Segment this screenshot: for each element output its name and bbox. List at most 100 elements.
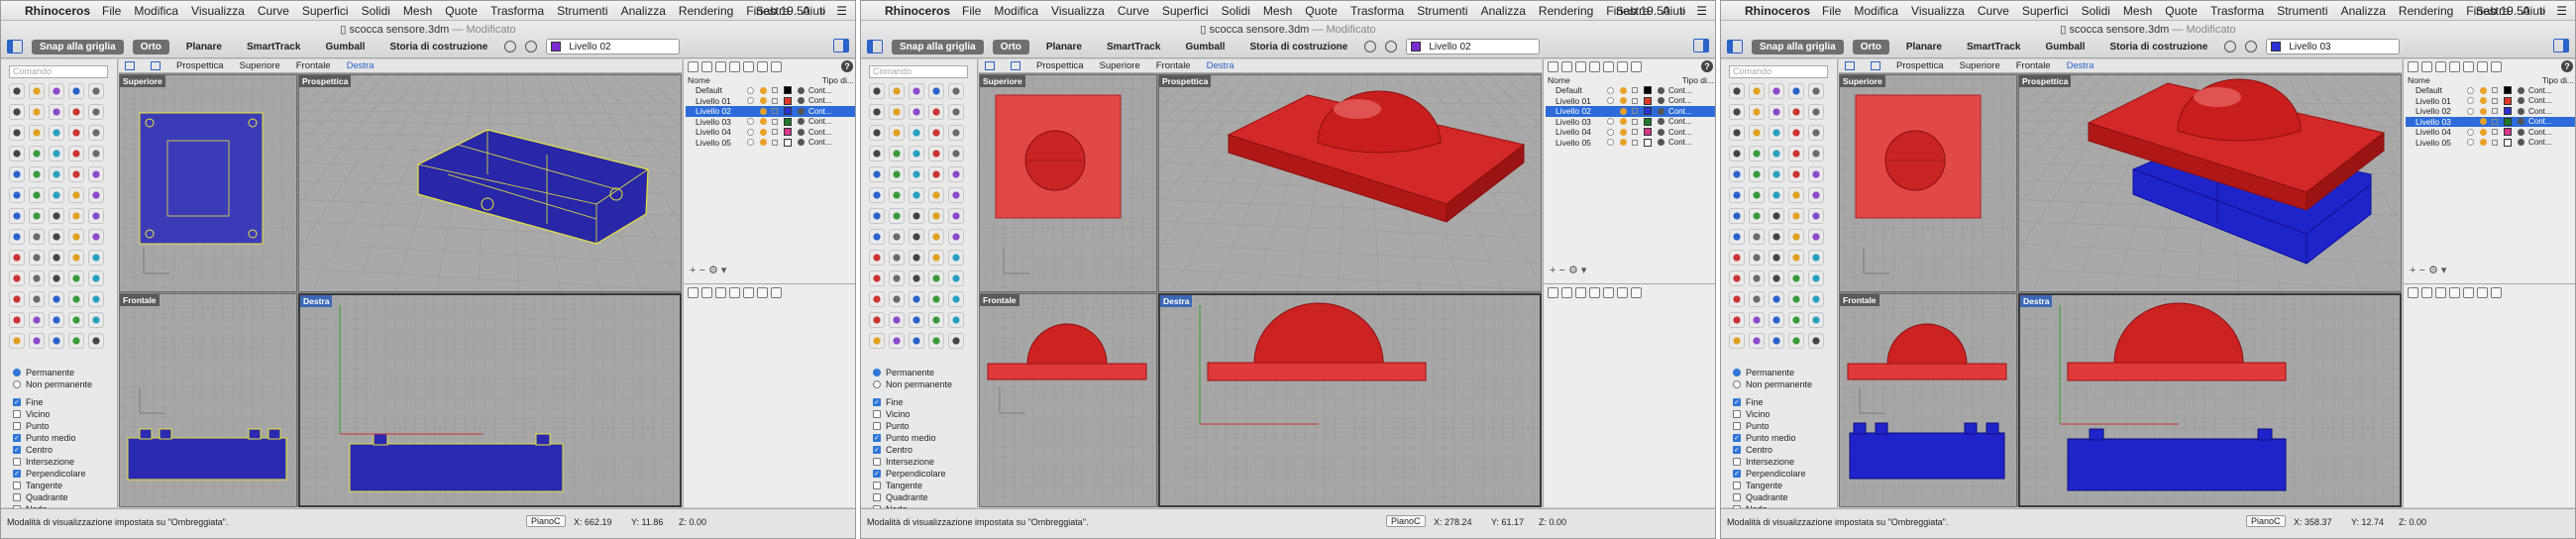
tool-icon[interactable] — [1769, 270, 1784, 286]
target-circle-icon[interactable] — [2245, 41, 2258, 53]
tool-icon[interactable] — [1729, 104, 1745, 120]
layer-row[interactable]: Livello 01 Cont... — [2406, 96, 2575, 107]
tab-destra[interactable]: Destra — [1207, 60, 1234, 71]
viewport-frontale[interactable]: Frontale — [119, 293, 297, 507]
menu-file[interactable]: File — [102, 4, 121, 18]
left-sidebar-toggle-icon[interactable] — [867, 40, 883, 54]
tool-icon[interactable] — [49, 333, 64, 349]
lock-icon[interactable] — [2492, 129, 2498, 136]
layer-color-swatch[interactable] — [784, 86, 792, 95]
grid-layout-icon[interactable] — [985, 61, 995, 70]
tool-icon[interactable] — [49, 312, 64, 328]
layer-row[interactable]: Default Cont... — [1546, 85, 1715, 96]
material-icon[interactable] — [798, 128, 805, 136]
menu-visualizza[interactable]: Visualizza — [1051, 4, 1105, 18]
cplane-dropdown[interactable]: PianoC — [526, 515, 566, 527]
osnap-circle-icon[interactable] — [1364, 41, 1377, 53]
menu-curve[interactable]: Curve — [1978, 4, 2009, 18]
osnap-checkbox[interactable] — [13, 469, 21, 481]
tool-icon[interactable] — [9, 104, 25, 120]
layer-color-swatch[interactable] — [1644, 96, 1652, 105]
tool-icon[interactable] — [1729, 312, 1745, 328]
material-icon[interactable] — [798, 107, 805, 115]
col-name[interactable]: Nome — [1548, 75, 1570, 85]
orto-button[interactable]: Orto — [992, 39, 1029, 54]
tool-icon[interactable] — [1729, 187, 1745, 203]
layer-color-swatch[interactable] — [2504, 96, 2512, 105]
tool-icon[interactable] — [1729, 125, 1745, 141]
tool-icon[interactable] — [1788, 229, 1804, 245]
current-layer-radio[interactable] — [747, 139, 754, 147]
layer-color-swatch[interactable] — [1644, 138, 1652, 147]
command-input[interactable]: Comando — [869, 65, 968, 78]
tool-icon[interactable] — [889, 187, 905, 203]
tool-icon[interactable] — [29, 270, 45, 286]
layer-footer[interactable]: + − ⚙ ▾ — [2410, 264, 2446, 276]
layer-row[interactable]: Livello 03 Cont... — [2406, 116, 2575, 127]
osnap-checkbox[interactable] — [13, 458, 21, 466]
layer-row[interactable]: Livello 01 Cont... — [1546, 96, 1715, 107]
named-views-icon[interactable] — [2491, 287, 2502, 298]
layer-row[interactable]: Livello 02 Cont... — [1546, 106, 1715, 117]
tool-icon[interactable] — [909, 125, 924, 141]
left-sidebar-toggle-icon[interactable] — [1727, 40, 1743, 54]
tool-icon[interactable] — [889, 83, 905, 99]
tool-icon[interactable] — [1769, 83, 1784, 99]
lightbulb-icon[interactable] — [760, 139, 767, 147]
tool-icon[interactable] — [1729, 166, 1745, 182]
properties-tab-icon[interactable] — [701, 287, 712, 298]
tool-icon[interactable] — [869, 83, 885, 99]
gumball-button[interactable]: Gumball — [317, 40, 373, 54]
tool-icon[interactable] — [889, 291, 905, 307]
tool-icon[interactable] — [1749, 208, 1765, 224]
layer-row[interactable]: Livello 03 Cont... — [1546, 117, 1715, 128]
tool-icon[interactable] — [909, 166, 924, 182]
layer-color-swatch[interactable] — [2504, 128, 2512, 137]
tool-icon[interactable] — [1788, 208, 1804, 224]
single-view-icon[interactable] — [1871, 61, 1880, 70]
menu-modifica[interactable]: Modifica — [134, 4, 178, 18]
tool-icon[interactable] — [948, 104, 964, 120]
lock-icon[interactable] — [1632, 87, 1638, 94]
tool-icon[interactable] — [68, 291, 84, 307]
grid-layout-icon[interactable] — [125, 61, 135, 70]
materials-tab-icon[interactable] — [743, 61, 754, 72]
tool-icon[interactable] — [928, 250, 944, 266]
materials-tab-icon[interactable] — [2463, 287, 2474, 298]
tool-icon[interactable] — [889, 104, 905, 120]
material-icon[interactable] — [798, 139, 805, 147]
tool-icon[interactable] — [1769, 333, 1784, 349]
tool-icon[interactable] — [49, 187, 64, 203]
layer-row[interactable]: Livello 05 Cont... — [686, 138, 855, 149]
lightbulb-icon[interactable] — [1620, 97, 1627, 105]
tool-icon[interactable] — [889, 166, 905, 182]
osnap-checkbox[interactable] — [13, 410, 21, 418]
command-input[interactable]: Comando — [1729, 65, 1828, 78]
current-layer-radio[interactable] — [747, 107, 754, 115]
tool-icon[interactable] — [29, 250, 45, 266]
tool-icon[interactable] — [49, 166, 64, 182]
tool-icon[interactable] — [928, 146, 944, 162]
tool-icon[interactable] — [1729, 270, 1745, 286]
tool-icon[interactable] — [869, 291, 885, 307]
display-tab-icon[interactable] — [715, 61, 726, 72]
tool-icon[interactable] — [909, 187, 924, 203]
tool-icon[interactable] — [948, 270, 964, 286]
lightbulb-icon[interactable] — [1620, 107, 1627, 115]
viewport-destra[interactable]: Destra — [2018, 293, 2402, 507]
snap-grid-button[interactable]: Snap alla griglia — [892, 39, 984, 54]
tool-icon[interactable] — [68, 166, 84, 182]
osnap-checkbox[interactable] — [873, 445, 881, 457]
menu-trasforma[interactable]: Trasforma — [2210, 4, 2264, 18]
layer-color-swatch[interactable] — [784, 96, 792, 105]
tool-icon[interactable] — [928, 291, 944, 307]
tool-icon[interactable] — [909, 229, 924, 245]
tool-icon[interactable] — [1729, 229, 1745, 245]
tool-icon[interactable] — [29, 333, 45, 349]
material-icon[interactable] — [2518, 128, 2524, 136]
osnap-checkbox[interactable] — [873, 410, 881, 418]
tool-icon[interactable] — [49, 270, 64, 286]
viewport-frontale[interactable]: Frontale — [1839, 293, 2017, 507]
menu-superfici[interactable]: Superfici — [2022, 4, 2069, 18]
tool-icon[interactable] — [49, 125, 64, 141]
